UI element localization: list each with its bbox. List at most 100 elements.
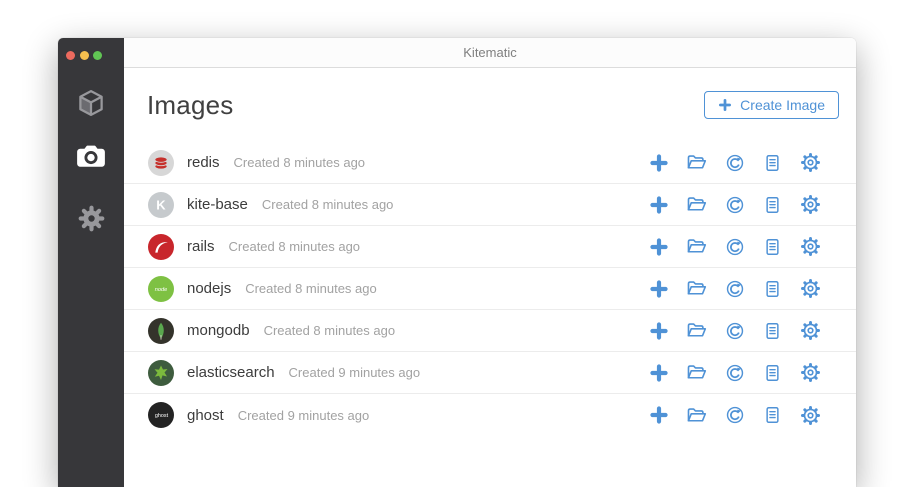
refresh-icon [725,321,745,341]
image-row-rails: rails Created 8 minutes ago [124,226,856,268]
image-created-timestamp: Created 8 minutes ago [234,155,366,170]
update-image-button[interactable] [724,194,745,215]
gear-icon [78,205,105,232]
update-image-button[interactable] [724,320,745,341]
plus-icon [649,279,669,299]
gear-icon [800,236,821,257]
row-actions [648,194,821,215]
kite-base-logo-avatar: K [148,192,174,218]
kitematic-window: Kitematic Images Create Image [58,38,856,487]
image-created-timestamp: Created 8 minutes ago [262,197,394,212]
update-image-button[interactable] [724,405,745,426]
gear-icon [800,152,821,173]
content-area: Kitematic Images Create Image [124,38,856,487]
update-image-button[interactable] [724,278,745,299]
image-name: nodejs [187,280,231,297]
folder-open-icon [686,362,707,383]
nodejs-logo-text: node [155,287,167,293]
image-row-ghost: ghost ghost Created 9 minutes ago [124,394,856,436]
image-settings-button[interactable] [800,320,821,341]
create-image-label: Create Image [740,98,825,112]
refresh-icon [725,279,745,299]
open-folder-button[interactable] [686,362,707,383]
image-settings-button[interactable] [800,236,821,257]
open-folder-button[interactable] [686,320,707,341]
image-created-timestamp: Created 9 minutes ago [238,408,370,423]
sidebar [58,38,124,487]
view-details-button[interactable] [762,278,783,299]
elasticsearch-logo-avatar [148,360,174,386]
document-icon [763,195,782,215]
sidebar-item-containers[interactable] [76,88,106,118]
sidebar-item-settings[interactable] [78,205,105,232]
row-actions [648,405,821,426]
create-container-button[interactable] [648,405,669,426]
view-details-button[interactable] [762,152,783,173]
create-image-button[interactable]: Create Image [704,91,839,119]
plus-icon [649,363,669,383]
image-row-nodejs: node nodejs Created 8 minutes ago [124,268,856,310]
page-title: Images [147,90,233,121]
image-created-timestamp: Created 9 minutes ago [289,365,421,380]
create-container-button[interactable] [648,362,669,383]
view-details-button[interactable] [762,236,783,257]
image-name: elasticsearch [187,364,275,381]
image-settings-button[interactable] [800,405,821,426]
rails-logo-avatar [148,234,174,260]
gear-icon [800,278,821,299]
open-folder-button[interactable] [686,194,707,215]
document-icon [763,363,782,383]
image-created-timestamp: Created 8 minutes ago [264,323,396,338]
view-details-button[interactable] [762,320,783,341]
image-settings-button[interactable] [800,278,821,299]
sidebar-item-images[interactable] [74,140,108,174]
sidebar-nav [58,38,124,232]
folder-open-icon [686,320,707,341]
mongodb-logo-avatar [148,318,174,344]
ghost-logo-text: ghost [155,413,169,419]
gear-icon [800,194,821,215]
gear-icon [800,405,821,426]
open-folder-button[interactable] [686,405,707,426]
open-folder-button[interactable] [686,236,707,257]
refresh-icon [725,195,745,215]
window-title: Kitematic [463,45,516,60]
update-image-button[interactable] [724,152,745,173]
view-details-button[interactable] [762,405,783,426]
create-container-button[interactable] [648,152,669,173]
row-actions [648,278,821,299]
view-details-button[interactable] [762,362,783,383]
open-folder-button[interactable] [686,152,707,173]
document-icon [763,321,782,341]
create-container-button[interactable] [648,278,669,299]
create-container-button[interactable] [648,194,669,215]
create-container-button[interactable] [648,320,669,341]
nodejs-logo-avatar: node [148,276,174,302]
view-details-button[interactable] [762,194,783,215]
folder-open-icon [686,152,707,173]
update-image-button[interactable] [724,362,745,383]
gear-icon [800,320,821,341]
image-settings-button[interactable] [800,362,821,383]
folder-open-icon [686,194,707,215]
update-image-button[interactable] [724,236,745,257]
camera-icon [74,140,108,174]
refresh-icon [725,153,745,173]
document-icon [763,405,782,425]
image-settings-button[interactable] [800,194,821,215]
plus-icon [649,321,669,341]
image-list: redis Created 8 minutes ago [124,142,856,487]
document-icon [763,279,782,299]
image-row-redis: redis Created 8 minutes ago [124,142,856,184]
titlebar: Kitematic [124,38,856,68]
create-container-button[interactable] [648,236,669,257]
image-settings-button[interactable] [800,152,821,173]
image-name: ghost [187,407,224,424]
image-row-mongodb: mongodb Created 8 minutes ago [124,310,856,352]
row-actions [648,152,821,173]
document-icon [763,153,782,173]
plus-icon [649,153,669,173]
open-folder-button[interactable] [686,278,707,299]
folder-open-icon [686,405,707,426]
image-name: redis [187,154,220,171]
